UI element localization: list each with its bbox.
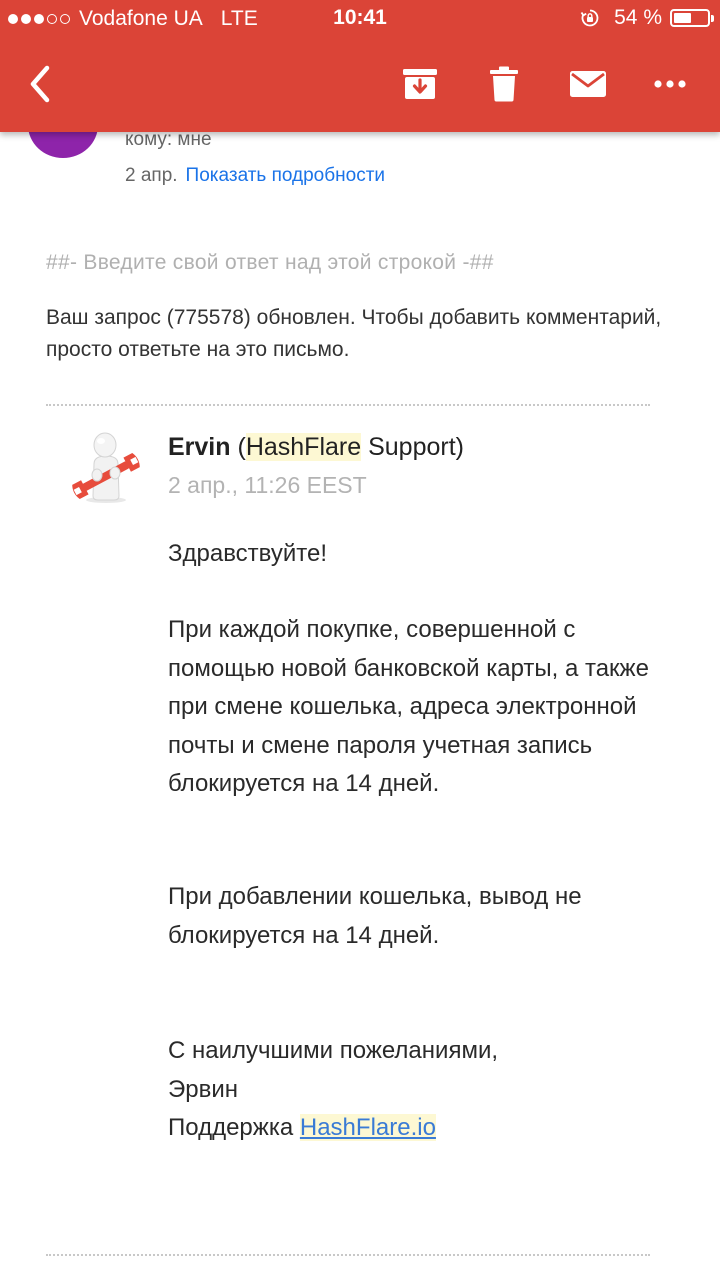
agent-paren: ( xyxy=(237,433,246,461)
battery-icon xyxy=(670,9,714,27)
agent-company: HashFlare xyxy=(245,433,362,461)
support-agent-avatar-icon xyxy=(72,432,140,503)
greeting: Здравствуйте! xyxy=(168,540,328,567)
rotation-lock-icon xyxy=(580,8,600,28)
divider xyxy=(46,1254,650,1256)
show-details-link[interactable]: Показать подробности xyxy=(186,165,385,186)
reply-timestamp: 2 апр., 11:26 EEST xyxy=(168,472,367,498)
message-date-line: 2 апр. Показать подробности xyxy=(125,165,385,187)
mark-unread-icon xyxy=(570,71,606,97)
divider xyxy=(46,404,650,406)
app-top-bar: Vodafone UA LTE 10:41 54 % xyxy=(0,0,720,132)
reply-above-line-marker: ##- Введите свой ответ над этой строкой … xyxy=(46,251,494,274)
back-icon xyxy=(30,65,50,103)
back-button[interactable] xyxy=(16,60,64,108)
signature-name: Эрвин xyxy=(168,1075,239,1103)
hashflare-link[interactable]: HashFlare.io xyxy=(299,1114,436,1141)
support-agent-name: Ervin (HashFlare Support) xyxy=(168,433,464,462)
signature-company-line: Поддержка HashFlare.io xyxy=(168,1109,668,1148)
battery-fill xyxy=(674,13,692,23)
mark-unread-button[interactable] xyxy=(564,60,612,108)
delete-icon xyxy=(490,66,518,102)
recipient-line: кому: мне xyxy=(125,129,212,150)
signature-support-label: Поддержка xyxy=(168,1114,294,1141)
body-paragraph: При каждой покупке, совершенной с помощь… xyxy=(168,616,649,797)
archive-button[interactable] xyxy=(396,60,444,108)
more-options-button[interactable] xyxy=(646,60,694,108)
agent-first-name: Ervin xyxy=(168,433,231,461)
sign-off: С наилучшими пожеланиями, xyxy=(168,1037,499,1064)
more-icon xyxy=(654,80,686,88)
body-paragraph: При добавлении кошелька, вывод не блокир… xyxy=(168,883,582,949)
signature: С наилучшими пожеланиями, Эрвин Поддержк… xyxy=(168,1032,668,1148)
delete-button[interactable] xyxy=(480,60,528,108)
status-right: 54 % xyxy=(580,6,714,30)
agent-role: Support) xyxy=(368,433,464,461)
message-date: 2 апр. xyxy=(125,165,178,186)
message-toolbar xyxy=(0,38,720,132)
ticket-update-notice: Ваш запрос (775578) обновлен. Чтобы доба… xyxy=(46,306,662,361)
archive-icon xyxy=(403,69,437,99)
status-bar: Vodafone UA LTE 10:41 54 % xyxy=(0,0,720,38)
battery-percent: 54 % xyxy=(614,6,662,29)
